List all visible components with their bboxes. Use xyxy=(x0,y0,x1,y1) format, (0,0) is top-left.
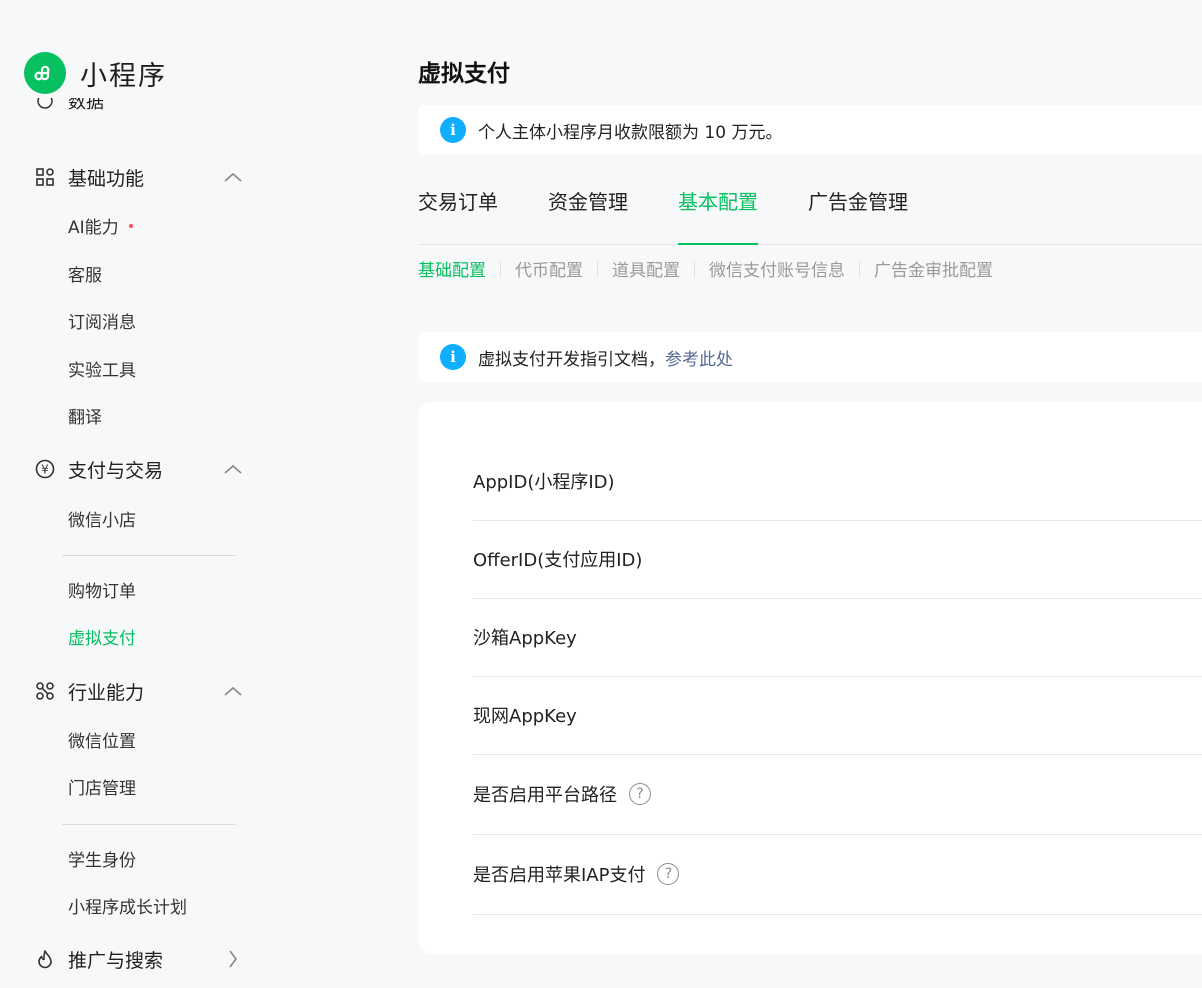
config-label: 现网AppKey xyxy=(473,706,577,727)
subtab-item-config[interactable]: 道具配置 xyxy=(612,256,680,281)
config-label: 沙箱AppKey xyxy=(473,628,577,649)
subtab-bar: 基础配置 代币配置 道具配置 微信支付账号信息 广告金审批配置 xyxy=(418,256,993,281)
tab-fund-management[interactable]: 资金管理 xyxy=(548,186,628,244)
sidebar-group-industry[interactable]: 行业能力 xyxy=(34,676,144,706)
miniprogram-logo-icon xyxy=(24,52,66,94)
chart-icon xyxy=(37,98,53,109)
sidebar-item-translate[interactable]: 翻译 xyxy=(68,406,102,430)
config-row-platform-path: 是否启用平台路径 ? xyxy=(473,754,1202,835)
config-row-live-appkey: 现网AppKey xyxy=(473,676,1202,755)
subtab-divider xyxy=(859,260,860,277)
main-content: 虚拟支付 i 个人主体小程序月收款限额为 10 万元。 交易订单 资金管理 基本… xyxy=(418,0,1202,988)
config-row-offerid: OfferID(支付应用ID) xyxy=(473,520,1202,599)
subtab-token-config[interactable]: 代币配置 xyxy=(515,256,583,281)
config-label: OfferID(支付应用ID) xyxy=(473,550,643,571)
tab-basic-config[interactable]: 基本配置 xyxy=(678,186,758,245)
sidebar-item-store-management[interactable]: 门店管理 xyxy=(68,777,136,801)
notice-banner-doc: i 虚拟支付开发指引文档，参考此处 xyxy=(418,332,1202,382)
grid-apps-icon xyxy=(34,166,56,188)
sidebar-item-customer-service[interactable]: 客服 xyxy=(68,264,102,288)
sidebar-item-wechat-shop[interactable]: 微信小店 xyxy=(68,509,136,533)
sidebar-group-basic[interactable]: 基础功能 xyxy=(34,162,144,192)
help-icon[interactable]: ? xyxy=(657,863,680,885)
page-title: 虚拟支付 xyxy=(418,61,510,87)
config-card: AppID(小程序ID) OfferID(支付应用ID) 沙箱AppKey 现网… xyxy=(418,402,1202,954)
subtab-wechat-pay-account[interactable]: 微信支付账号信息 xyxy=(709,256,845,281)
sidebar-item-subscribe-message[interactable]: 订阅消息 xyxy=(68,311,136,335)
config-row-sandbox-appkey: 沙箱AppKey xyxy=(473,598,1202,677)
tab-transaction-orders[interactable]: 交易订单 xyxy=(418,186,498,244)
sidebar-item-lab-tools[interactable]: 实验工具 xyxy=(68,359,136,383)
app-logo-text: 小程序 xyxy=(80,60,167,92)
nodes-icon xyxy=(34,680,56,702)
sidebar-item-wechat-location[interactable]: 微信位置 xyxy=(68,730,136,754)
help-icon[interactable]: ? xyxy=(629,783,651,805)
sidebar-group-promotion[interactable]: 推广与搜索 xyxy=(34,944,163,974)
config-label: 是否启用平台路径 xyxy=(473,785,617,806)
config-label: AppID(小程序ID) xyxy=(473,472,615,493)
sidebar-group-payment[interactable]: ¥ 支付与交易 xyxy=(34,454,163,484)
app-logo[interactable]: 小程序 xyxy=(24,52,167,94)
yuan-circle-icon: ¥ xyxy=(34,458,56,480)
new-badge-dot xyxy=(128,224,133,228)
chevron-up-icon[interactable] xyxy=(224,168,242,186)
info-icon: i xyxy=(440,117,466,143)
subtab-divider xyxy=(597,260,598,277)
sidebar: 小程序 数据 基础功能 AI能力 客服 订阅消息 实验工具 翻译 ¥ 支付与交易… xyxy=(0,0,380,988)
chevron-up-icon[interactable] xyxy=(224,460,242,478)
tab-bar: 交易订单 资金管理 基本配置 广告金管理 xyxy=(418,176,1202,245)
sidebar-item-data[interactable]: 数据 xyxy=(36,98,156,112)
doc-link[interactable]: 参考此处 xyxy=(665,350,733,370)
sidebar-divider xyxy=(62,555,236,556)
sidebar-item-growth-plan[interactable]: 小程序成长计划 xyxy=(68,896,187,920)
flame-icon xyxy=(34,948,56,970)
sidebar-item-virtual-payment[interactable]: 虚拟支付 xyxy=(68,627,136,651)
info-icon: i xyxy=(440,344,466,370)
config-row-appid: AppID(小程序ID) xyxy=(473,442,1202,521)
notice-banner-limit: i 个人主体小程序月收款限额为 10 万元。 xyxy=(418,105,1202,155)
sidebar-item-ai[interactable]: AI能力 xyxy=(68,216,133,240)
notice-text: 个人主体小程序月收款限额为 10 万元。 xyxy=(478,122,783,143)
subtab-ad-fund-approval[interactable]: 广告金审批配置 xyxy=(874,256,993,281)
config-row-apple-iap: 是否启用苹果IAP支付 ? xyxy=(473,834,1202,915)
subtab-basic-config[interactable]: 基础配置 xyxy=(418,256,486,281)
chevron-right-icon[interactable] xyxy=(224,950,242,968)
sidebar-item-shopping-orders[interactable]: 购物订单 xyxy=(68,580,136,604)
subtab-divider xyxy=(694,260,695,277)
config-label: 是否启用苹果IAP支付 xyxy=(473,865,646,886)
subtab-divider xyxy=(500,260,501,277)
chevron-up-icon[interactable] xyxy=(224,682,242,700)
notice-text: 虚拟支付开发指引文档，参考此处 xyxy=(478,349,733,370)
sidebar-divider xyxy=(62,824,236,825)
svg-text:¥: ¥ xyxy=(41,463,49,477)
tab-ad-fund-management[interactable]: 广告金管理 xyxy=(808,186,908,244)
sidebar-item-student-identity[interactable]: 学生身份 xyxy=(68,849,136,873)
